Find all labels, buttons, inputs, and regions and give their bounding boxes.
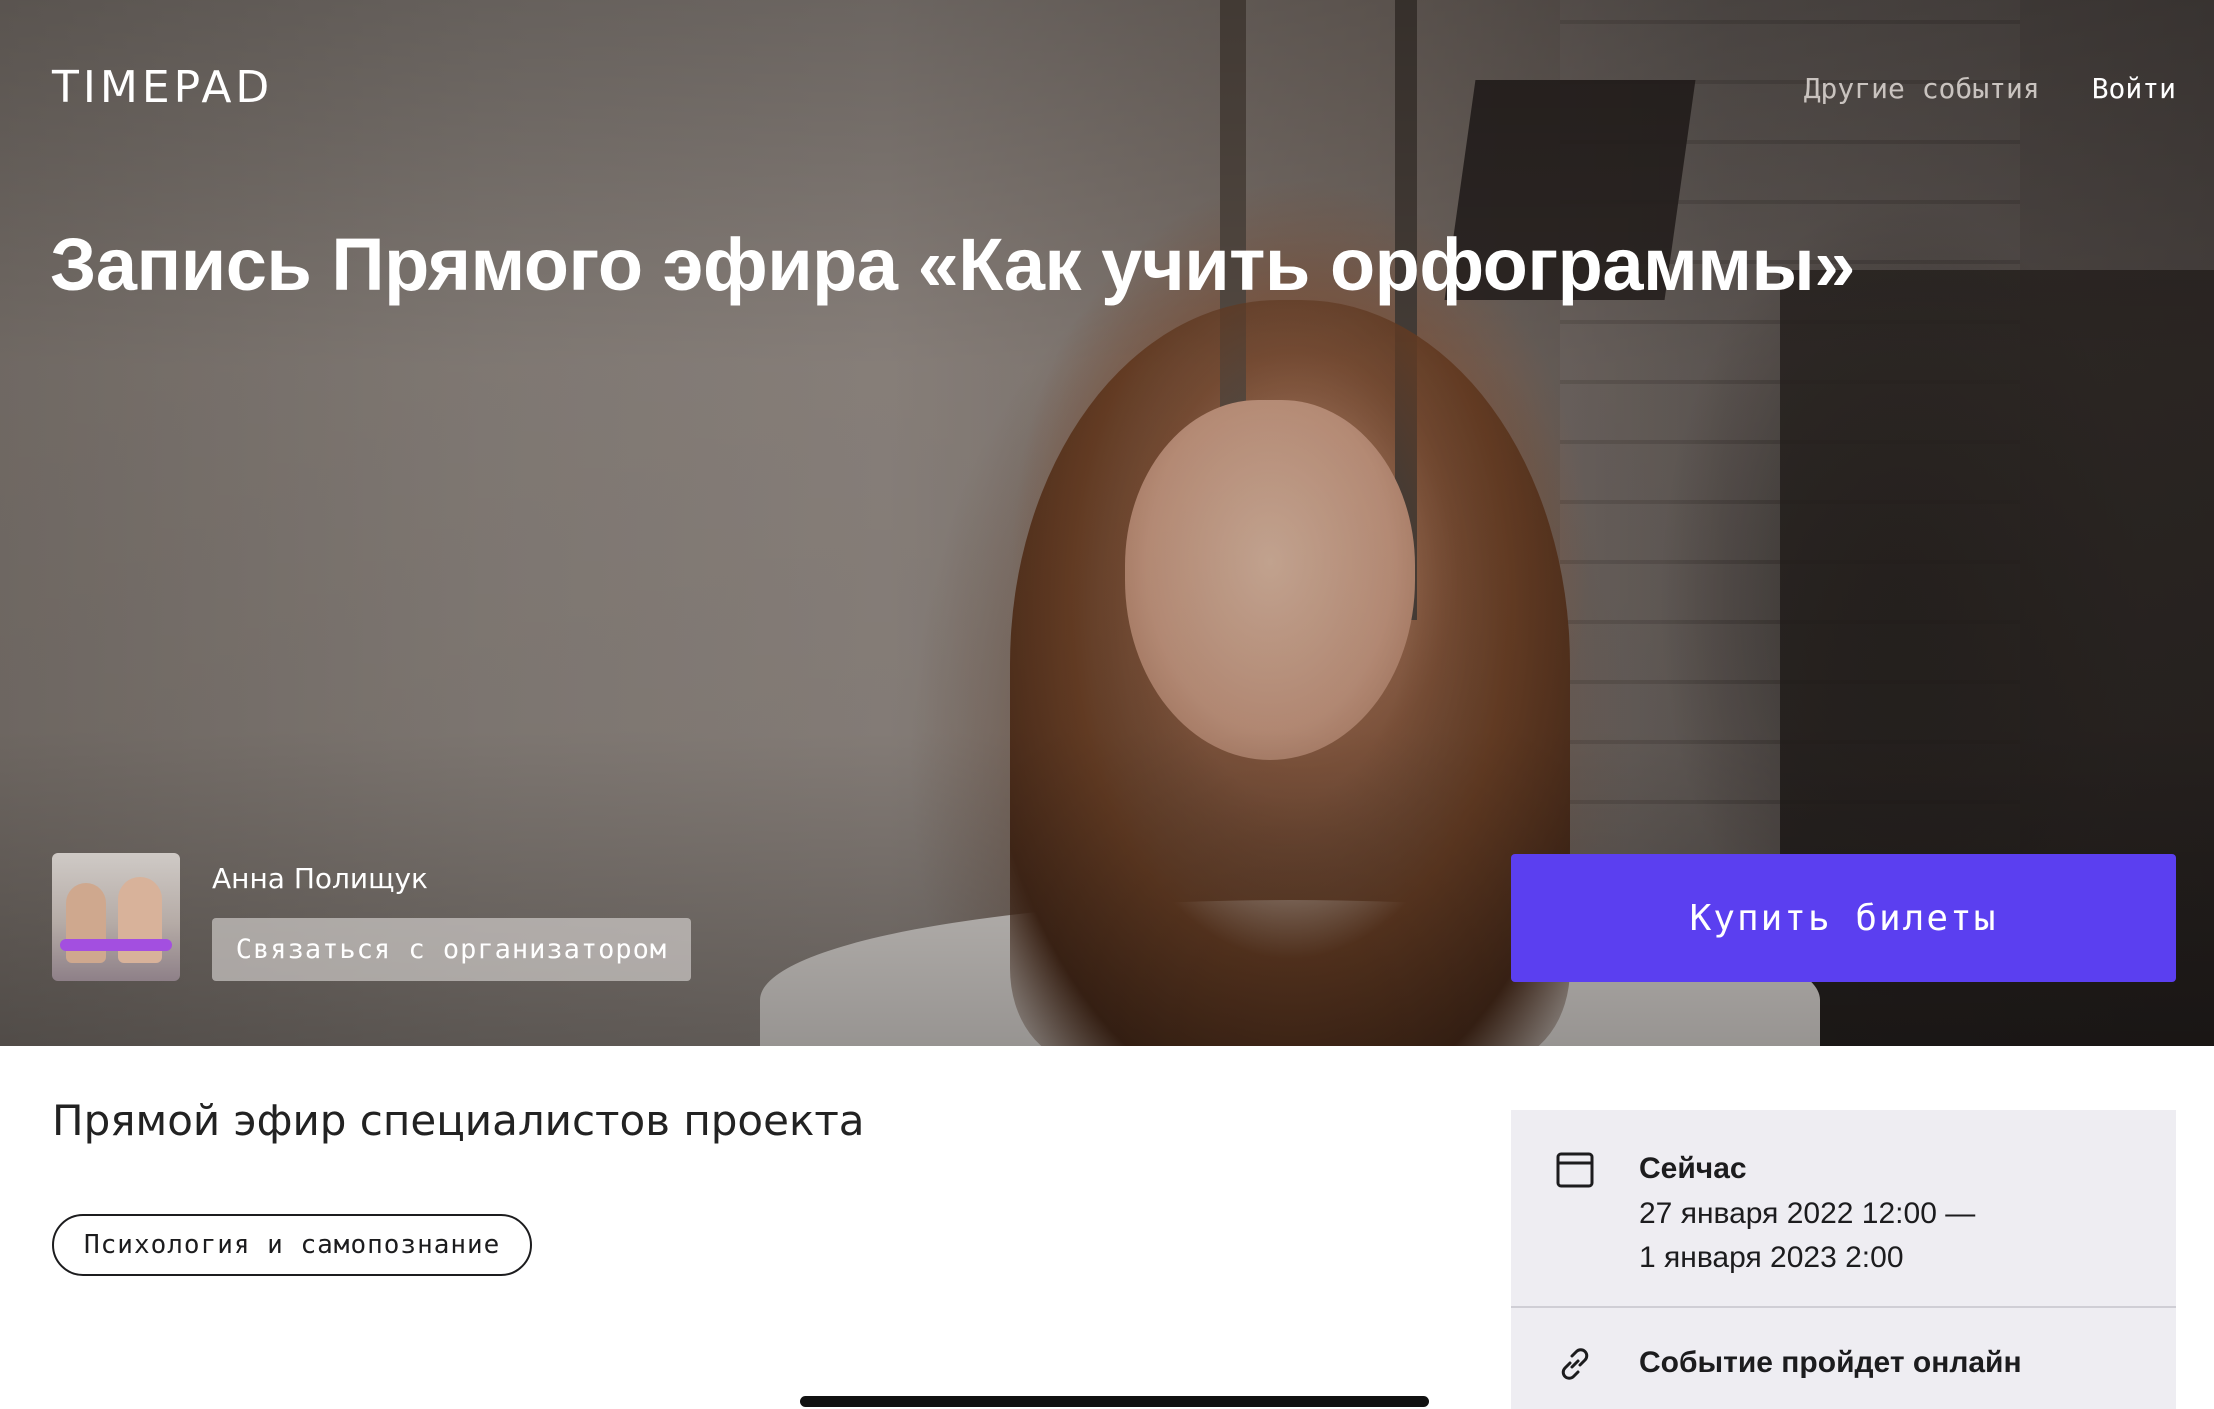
event-date-heading: Сейчас bbox=[1639, 1152, 1747, 1185]
buy-tickets-button[interactable]: Купить билеты bbox=[1511, 854, 2176, 982]
contact-organizer-button[interactable]: Связаться с организатором bbox=[212, 918, 691, 981]
event-online-text: Событие пройдет онлайн bbox=[1639, 1346, 2022, 1379]
organizer-avatar[interactable] bbox=[52, 853, 180, 981]
event-online-row: Событие пройдет онлайн bbox=[1511, 1308, 2176, 1409]
login-link[interactable]: Войти bbox=[2092, 72, 2176, 105]
home-indicator[interactable] bbox=[800, 1396, 1429, 1407]
organizer-avatar-banner bbox=[60, 939, 172, 951]
category-tag[interactable]: Психология и самопознание bbox=[52, 1214, 533, 1276]
top-nav: Другие события Войти bbox=[1804, 72, 2176, 105]
event-date-start: 27 января 2022 12:00 — bbox=[1639, 1197, 1976, 1230]
timepad-logo[interactable]: TIMEPAD bbox=[52, 62, 273, 113]
other-events-link[interactable]: Другие события bbox=[1804, 72, 2040, 105]
link-icon bbox=[1555, 1344, 1595, 1389]
event-subtitle: Прямой эфир специалистов проекта bbox=[52, 1096, 865, 1145]
event-info-card: Сейчас 27 января 2022 12:00 — 1 января 2… bbox=[1511, 1110, 2176, 1409]
organizer-name[interactable]: Анна Полищук bbox=[212, 862, 428, 895]
organizer-avatar-person-1 bbox=[66, 883, 106, 963]
event-date-end: 1 января 2023 2:00 bbox=[1639, 1241, 1904, 1274]
calendar-icon bbox=[1555, 1150, 1595, 1195]
event-title: Запись Прямого эфира «Как учить орфограм… bbox=[50, 223, 1855, 306]
event-date-row: Сейчас 27 января 2022 12:00 — 1 января 2… bbox=[1511, 1110, 2176, 1308]
